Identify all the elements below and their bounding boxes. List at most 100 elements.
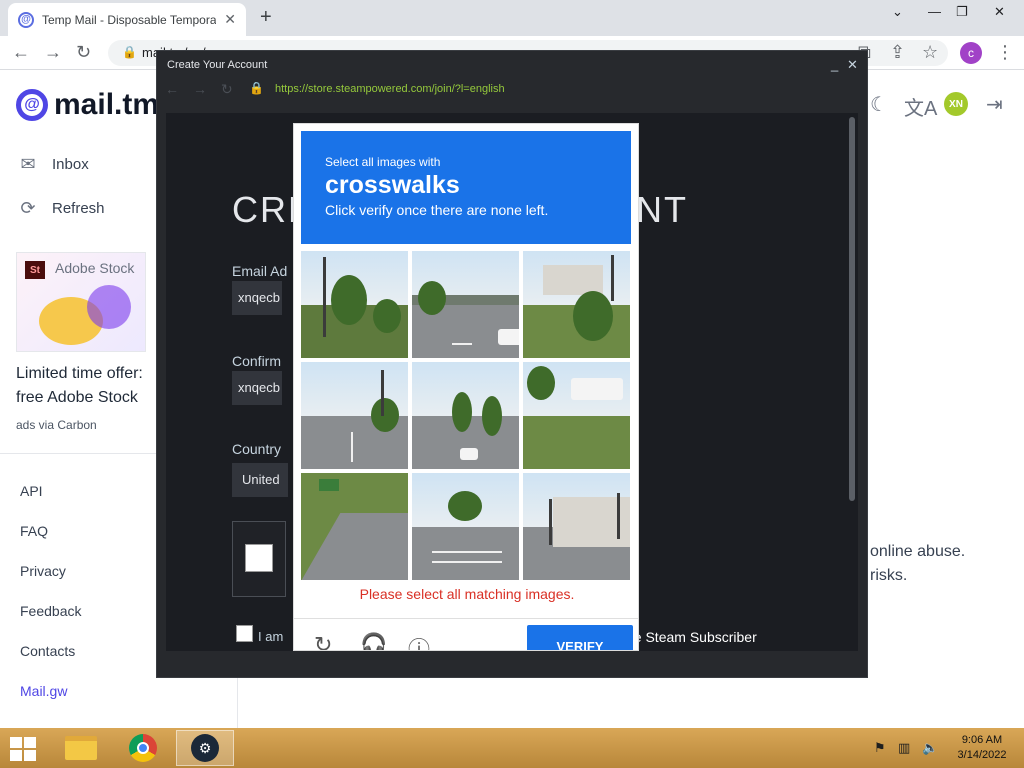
tab-close-icon[interactable]: ✕	[224, 11, 236, 28]
chrome-taskbar-icon[interactable]	[114, 730, 172, 766]
at-logo-icon: @	[16, 89, 48, 121]
captcha-tile-6[interactable]	[523, 362, 630, 469]
steam-taskbar-icon[interactable]: ⚙	[176, 730, 234, 766]
steam-forward-button[interactable]: →	[193, 81, 207, 97]
link-faq[interactable]: FAQ	[20, 523, 48, 539]
system-clock[interactable]: 9:06 AM 3/14/2022	[950, 733, 1014, 763]
email-label: Email Ad	[232, 263, 288, 279]
steam-lock-icon: 🔒	[249, 81, 264, 95]
email-field[interactable]: xnqecb	[232, 281, 282, 315]
windows-start-icon[interactable]	[8, 734, 38, 762]
link-privacy[interactable]: Privacy	[20, 563, 66, 579]
tab-search-icon[interactable]: ⌄	[892, 4, 903, 20]
translate-icon[interactable]: 文A	[904, 92, 937, 121]
adobe-stock-logo: St	[25, 261, 45, 279]
ad-byline[interactable]: ads via Carbon	[16, 418, 97, 432]
profile-avatar[interactable]: c	[960, 42, 982, 64]
captcha-prompt-target: crosswalks	[325, 171, 460, 199]
captcha-tile-7[interactable]	[301, 473, 408, 580]
subscriber-agreement-text[interactable]: he Steam Subscriber	[626, 629, 757, 645]
clock-time: 9:06 AM	[961, 734, 1003, 746]
captcha-tile-9[interactable]	[523, 473, 630, 580]
steam-scrollbar[interactable]	[846, 113, 858, 651]
recaptcha-widget	[232, 521, 286, 597]
captcha-tile-8[interactable]	[412, 473, 519, 580]
confirm-email-field[interactable]: xnqecb	[232, 371, 282, 405]
info-icon[interactable]: ⓘ	[408, 632, 430, 650]
captcha-image-grid	[301, 251, 631, 581]
captcha-tile-2[interactable]	[412, 251, 519, 358]
audio-challenge-icon[interactable]: 🎧	[360, 632, 387, 650]
captcha-footer-divider	[294, 618, 638, 619]
body-text-line2: risks.	[870, 567, 908, 584]
close-window-button[interactable]: ✕	[994, 4, 1005, 20]
captcha-prompt-line3: Click verify once there are none left.	[325, 202, 549, 218]
carbon-ad-image[interactable]: St Adobe Stock	[16, 252, 146, 352]
chrome-menu-icon[interactable]: ⋮	[996, 42, 1014, 63]
country-label: Country	[232, 441, 282, 457]
network-icon[interactable]: ▥	[898, 740, 910, 756]
ad-illustration-accent	[87, 285, 131, 329]
steam-window-title: Create Your Account	[167, 59, 268, 71]
sidebar-item-refresh[interactable]: ⟳ Refresh	[18, 198, 105, 219]
country-select[interactable]: United	[232, 463, 288, 497]
account-avatar[interactable]: XN	[944, 92, 968, 116]
logout-icon[interactable]: ⇥	[986, 92, 1003, 117]
body-text-line1: online abuse.	[870, 543, 966, 560]
browser-tab-active[interactable]: @ Temp Mail - Disposable Tempora ✕	[8, 3, 246, 36]
mailtm-favicon-icon: @	[18, 11, 34, 28]
steam-close-button[interactable]: ✕	[847, 57, 858, 73]
ad-brand-name: Adobe Stock	[55, 260, 135, 276]
steam-reload-button[interactable]: ↻	[221, 81, 233, 98]
reload-button[interactable]: ↻	[76, 42, 91, 63]
dark-mode-icon[interactable]: ☾	[870, 92, 888, 117]
steam-back-button[interactable]: ←	[165, 81, 179, 97]
ad-text-line1: Limited time offer:	[16, 365, 143, 382]
restore-button[interactable]: ❐	[956, 4, 968, 20]
windows-taskbar: ⚙ ⚑ ▥ 🔈 9:06 AM 3/14/2022	[0, 728, 1024, 768]
captcha-prompt-header: Select all images with crosswalks Click …	[301, 131, 631, 244]
sidebar-item-inbox[interactable]: ✉ Inbox	[18, 154, 89, 175]
steam-create-account-window: Create Your Account _ ✕ ← → ↻ 🔒 https://…	[156, 50, 868, 678]
captcha-error-message: Please select all matching images.	[359, 586, 575, 602]
link-feedback[interactable]: Feedback	[20, 603, 81, 619]
tab-title: Temp Mail - Disposable Tempora	[42, 12, 217, 27]
link-api[interactable]: API	[20, 483, 43, 499]
minimize-button[interactable]: —	[928, 4, 941, 19]
inbox-icon: ✉	[20, 154, 36, 174]
browser-tabstrip: @ Temp Mail - Disposable Tempora ✕ + ⌄ —…	[0, 0, 1024, 36]
confirm-email-label: Confirm	[232, 353, 282, 369]
ad-text-line2: free Adobe Stock	[16, 389, 138, 406]
steam-minimize-button[interactable]: _	[831, 57, 838, 72]
steam-page-content: CRE NT Email Ad xnqecb Confirm xnqecb Co…	[166, 113, 846, 651]
recaptcha-checkbox[interactable]	[245, 544, 273, 572]
captcha-tile-1[interactable]	[301, 251, 408, 358]
agree-checkbox[interactable]	[236, 625, 253, 642]
new-tab-button[interactable]: +	[260, 6, 272, 29]
sidebar-item-label: Refresh	[52, 200, 105, 217]
lock-icon: 🔒	[122, 45, 137, 59]
captcha-prompt-line1: Select all images with	[325, 155, 441, 169]
mailtm-logo[interactable]: @ mail.tm	[16, 88, 159, 122]
sidebar-item-label: Inbox	[52, 156, 89, 173]
bookmark-star-icon[interactable]: ☆	[922, 42, 938, 63]
captcha-tile-4[interactable]	[301, 362, 408, 469]
captcha-tile-3[interactable]	[523, 251, 630, 358]
forward-button[interactable]: →	[44, 42, 62, 63]
captcha-tile-5[interactable]	[412, 362, 519, 469]
back-button[interactable]: ←	[12, 42, 30, 63]
link-contacts[interactable]: Contacts	[20, 643, 75, 659]
file-explorer-icon[interactable]	[52, 730, 110, 766]
logo-text: mail.tm	[54, 88, 160, 121]
clock-date: 3/14/2022	[957, 749, 1007, 761]
agree-text: I am	[258, 629, 284, 644]
steam-url: https://store.steampowered.com/join/?l=e…	[275, 83, 505, 95]
steam-scrollbar-thumb[interactable]	[849, 117, 855, 501]
link-mailgw[interactable]: Mail.gw	[20, 683, 67, 699]
ad-text[interactable]: Limited time offer: free Adobe Stock	[16, 362, 166, 410]
reload-challenge-icon[interactable]: ↻	[314, 632, 332, 650]
share-icon[interactable]: ⇪	[890, 42, 905, 63]
action-center-flag-icon[interactable]: ⚑	[874, 740, 886, 756]
verify-button[interactable]: VERIFY	[527, 625, 633, 650]
volume-icon[interactable]: 🔈	[922, 740, 938, 756]
